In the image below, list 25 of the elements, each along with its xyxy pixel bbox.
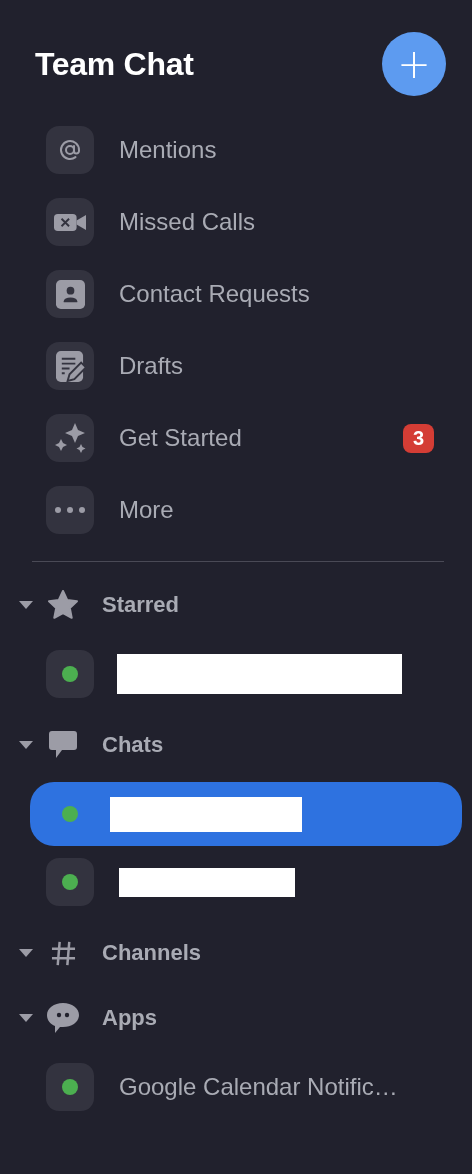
menu-item[interactable]: Contact Requests (0, 258, 472, 330)
chat-item[interactable]: Google Calendar Notific… (30, 1055, 462, 1119)
menu-item[interactable]: Missed Calls (0, 186, 472, 258)
status-dot (62, 806, 78, 822)
section-header[interactable]: Starred (0, 579, 472, 631)
more-icon (55, 507, 85, 513)
section-header[interactable]: Chats (0, 719, 472, 771)
menu-item[interactable]: Get Started 3 (0, 402, 472, 474)
menu-item[interactable]: More (0, 474, 472, 546)
star-icon (45, 590, 81, 620)
chat-bubble-icon (45, 1002, 81, 1034)
menu-item[interactable]: Mentions (0, 114, 472, 186)
count-badge: 3 (402, 423, 434, 453)
menu-item[interactable]: Drafts (0, 330, 472, 402)
status-dot (62, 1079, 78, 1095)
video-camera-icon (54, 212, 86, 232)
status-dot (62, 666, 78, 682)
section-header[interactable]: Channels (0, 927, 472, 979)
section-header[interactable]: Apps (0, 992, 472, 1044)
note-pencil-icon (55, 350, 85, 382)
sparkles-icon (54, 422, 86, 454)
contact-card-icon (55, 279, 85, 309)
status-dot (62, 874, 78, 890)
at-sign-icon (58, 138, 82, 162)
app-title: Team Chat (35, 45, 194, 83)
